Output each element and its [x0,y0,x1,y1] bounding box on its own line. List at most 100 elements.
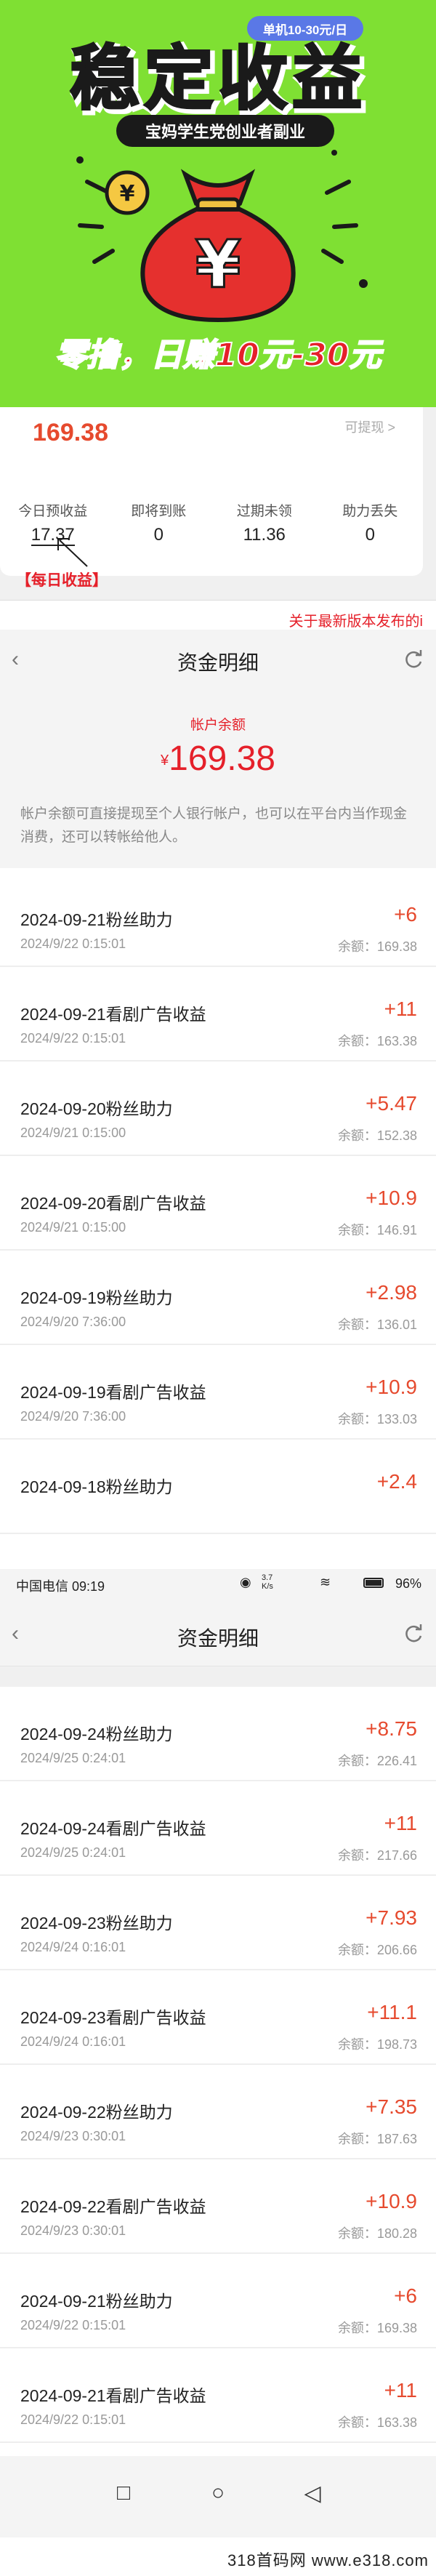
eye-icon: ◉ [240,1575,251,1589]
transaction-amount: +10.9 [366,2190,417,2212]
annotation-arrow-icon [57,538,88,567]
transaction-amount: +11 [384,2379,417,2402]
screen2-nav: ‹ 资金明细 [0,1598,436,1666]
transaction-date: 2024/9/25 0:24:01 [20,1845,126,1860]
transaction-amount: +5.47 [366,1092,417,1115]
transaction-amount: +10.9 [366,1187,417,1209]
watermark-footer: 318首码网 www.e318.com [0,2537,436,2576]
wallet-balance: 169.38 [33,419,108,446]
transaction-date: 2024/9/22 0:15:01 [20,1031,126,1046]
transaction-amount: +8.75 [366,1717,417,1740]
transaction-name: 2024-09-23粉丝助力 [20,1914,173,1933]
stat-value: 0 [365,525,375,545]
transaction-row[interactable]: 2024-09-21粉丝助力 2024/9/22 0:15:01 +6 余额：169.… [0,2254,436,2348]
network-speed: 3.7 K/s [262,1573,273,1591]
transaction-name: 2024-09-22看剧广告收益 [20,2197,206,2216]
transaction-amount: +7.93 [366,1906,417,1929]
stat-pending[interactable]: 即将到账 0 [106,500,212,545]
chevron-right-icon: > [387,420,395,435]
transaction-balance: 余额：198.73 [337,2037,417,2052]
transaction-row[interactable]: 2024-09-23看剧广告收益 2024/9/24 0:16:01 +11.1 余额… [0,1970,436,2065]
transaction-amount: +11 [384,1812,417,1834]
transaction-row[interactable]: 2024-09-21看剧广告收益 2024/9/22 0:15:01 +11 余额：1… [0,967,436,1062]
svg-text:¥: ¥ [120,181,135,206]
page-title: 资金明细 [177,651,259,674]
banner-badge: 单机10-30元/日 [247,16,363,41]
stat-label: 今日预收益 [18,504,88,519]
transaction-row[interactable]: 2024-09-24粉丝助力 2024/9/25 0:24:01 +8.75 余额：2… [0,1687,436,1781]
system-nav-bar: □ ○ ◁ [0,2456,436,2537]
transaction-row[interactable]: 2024-09-23粉丝助力 2024/9/24 0:16:01 +7.93 余额：2… [0,1876,436,1970]
transaction-row[interactable]: 2024-09-18粉丝助力 +2.4 [0,1440,436,1534]
transaction-name: 2024-09-20粉丝助力 [20,1099,173,1118]
coin-icon: ¥ [105,170,150,215]
transaction-balance: 余额：163.38 [337,2415,417,2430]
transaction-name: 2024-09-21粉丝助力 [20,910,173,929]
transaction-balance: 余额：136.01 [337,1317,417,1332]
transaction-date: 2024/9/23 0:30:01 [20,2129,126,2143]
back-nav-icon[interactable]: ◁ [298,2481,327,2510]
stat-expired[interactable]: 过期未领 11.36 [211,500,318,545]
wifi-icon: ≋ [320,1575,331,1589]
home-icon[interactable]: ○ [203,2481,233,2510]
section-divider [0,1666,436,1687]
transaction-row[interactable]: 2024-09-21粉丝助力 2024/9/22 0:15:01 +6 余额：169.… [0,872,436,967]
transaction-name: 2024-09-19粉丝助力 [20,1288,173,1307]
daily-income-annotation: 【每日收益】 [16,572,108,589]
stat-value: 0 [153,525,164,545]
transaction-row[interactable]: 2024-09-22粉丝助力 2024/9/23 0:30:01 +7.35 余额：1… [0,2065,436,2159]
notice-text: 关于最新版本发布的i [288,614,423,630]
balance-panel: 帐户余额 ¥169.38 帐户余额可直接提现至个人银行帐户，也可以在平台内当作现… [0,679,436,868]
transaction-amount: +7.35 [366,2095,417,2118]
balance-amount: ¥169.38 [0,739,436,779]
transaction-date: 2024/9/21 0:15:00 [20,1126,126,1140]
transaction-balance: 余额：146.91 [337,1223,417,1237]
transaction-row[interactable]: 2024-09-19粉丝助力 2024/9/20 7:36:00 +2.98 余额：1… [0,1251,436,1345]
transaction-row[interactable]: 2024-09-21看剧广告收益 2024/9/22 0:15:01 +11 余额：1… [0,2348,436,2443]
transaction-date: 2024/9/21 0:15:00 [20,1220,126,1235]
transaction-balance: 余额：169.38 [337,2321,417,2335]
transaction-amount: +10.9 [366,1376,417,1398]
transaction-name: 2024-09-21粉丝助力 [20,2292,173,2311]
transaction-name: 2024-09-22粉丝助力 [20,2103,173,2122]
refresh-icon[interactable] [403,1623,424,1645]
withdraw-link[interactable]: 可提现 > [344,417,395,436]
transaction-row[interactable]: 2024-09-19看剧广告收益 2024/9/20 7:36:00 +10.9 余额… [0,1345,436,1440]
recent-apps-icon[interactable]: □ [109,2481,138,2510]
transaction-balance: 余额：226.41 [337,1754,417,1768]
transaction-balance: 余额：169.38 [337,939,417,954]
transaction-date: 2024/9/22 0:15:01 [20,936,126,951]
transaction-row[interactable]: 2024-09-24看剧广告收益 2024/9/25 0:24:01 +11 余额：2… [0,1781,436,1876]
watermark-text: 318首码网 www.e318.com [227,2551,429,2569]
transaction-name: 2024-09-21看剧广告收益 [20,2386,206,2405]
transaction-amount: +6 [394,903,417,926]
banner-title: 稳定收益 [69,37,366,121]
transaction-date: 2024/9/22 0:15:01 [20,2412,126,2427]
banner-subtitle: 宝妈学生党创业者副业 [116,115,334,147]
transaction-row[interactable]: 2024-09-20粉丝助力 2024/9/21 0:15:00 +5.47 余额：1… [0,1062,436,1156]
stat-label: 助力丢失 [342,504,398,519]
transaction-name: 2024-09-24粉丝助力 [20,1725,173,1744]
transaction-balance: 余额：163.38 [337,1034,417,1048]
transaction-balance: 余额：187.63 [337,2132,417,2146]
transaction-name: 2024-09-24看剧广告收益 [20,1819,206,1838]
transaction-row[interactable]: 2024-09-20看剧广告收益 2024/9/21 0:15:00 +10.9 余额… [0,1156,436,1251]
transaction-balance: 余额：206.66 [337,1943,417,1957]
banner-slogan: 零撸，日赚10元-30元 [54,336,382,374]
transaction-row[interactable]: 2024-09-22看剧广告收益 2024/9/23 0:30:01 +10.9 余额… [0,2159,436,2254]
transaction-date: 2024/9/24 0:16:01 [20,2034,126,2049]
transaction-date: 2024/9/22 0:15:01 [20,2318,126,2332]
transaction-list-1: 2024-09-21粉丝助力 2024/9/22 0:15:01 +6 余额：169.… [0,872,436,1534]
refresh-icon[interactable] [403,649,424,670]
page-title: 资金明细 [177,1627,259,1650]
balance-note: 帐户余额可直接提现至个人银行帐户，也可以在平台内当作现金消费，还可以转帐给他人。 [20,806,408,845]
transaction-name: 2024-09-21看剧广告收益 [20,1005,206,1024]
transaction-amount: +6 [394,2284,417,2307]
transaction-name: 2024-09-18粉丝助力 [20,1477,173,1496]
stat-lost[interactable]: 助力丢失 0 [318,500,424,545]
transaction-name: 2024-09-20看剧广告收益 [20,1194,206,1213]
svg-text:¥: ¥ [195,227,241,303]
stat-label: 过期未领 [236,504,292,519]
balance-label: 帐户余额 [190,718,246,733]
carrier-time: 中国电信 09:19 [16,1579,105,1594]
